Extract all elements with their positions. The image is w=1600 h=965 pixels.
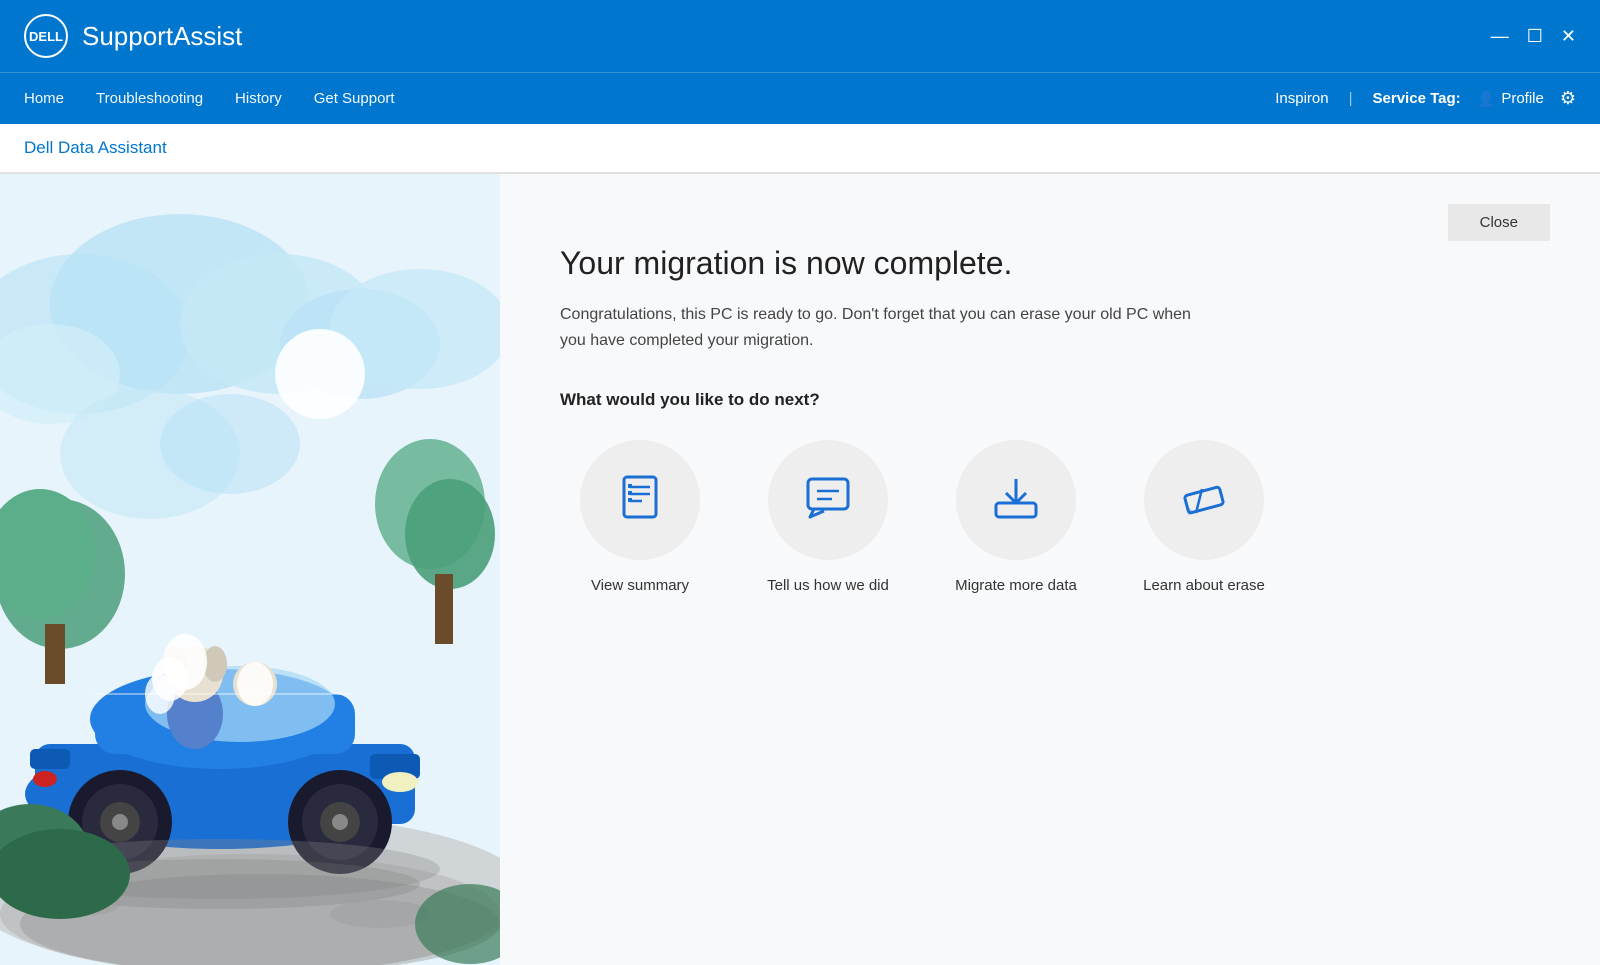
title-bar: DELL SupportAssist — ☐ ✕ [0,0,1600,72]
nav-right: Inspiron | Service Tag: 👤 Profile ⚙ [1275,88,1576,109]
migration-description: Congratulations, this PC is ready to go.… [560,302,1220,353]
summary-icon [614,471,666,528]
sub-header: Dell Data Assistant [0,124,1600,174]
tell-us-button[interactable]: Tell us how we did [748,440,908,596]
nav-links: Home Troubleshooting History Get Support [24,86,1275,111]
service-tag-label: Service Tag: [1373,90,1461,107]
close-window-button[interactable]: ✕ [1561,27,1576,45]
settings-icon[interactable]: ⚙ [1560,88,1576,109]
nav-home[interactable]: Home [24,86,64,111]
view-summary-circle [580,440,700,560]
close-button[interactable]: Close [1448,204,1550,241]
learn-erase-circle [1144,440,1264,560]
nav-troubleshooting[interactable]: Troubleshooting [96,86,203,111]
migration-title: Your migration is now complete. [560,244,1540,282]
view-summary-button[interactable]: View summary [560,440,720,596]
main-content: Close Your migration is now complete. Co… [0,174,1600,965]
profile-label: Profile [1501,90,1544,107]
nav-history[interactable]: History [235,86,282,111]
nav-get-support[interactable]: Get Support [314,86,395,111]
content-area: Close Your migration is now complete. Co… [500,174,1600,965]
dell-logo: DELL [24,14,68,58]
migrate-more-button[interactable]: Migrate more data [936,440,1096,596]
action-buttons: View summary Tell us how we did [560,440,1540,596]
device-name: Inspiron [1275,90,1328,107]
app-title: SupportAssist [82,21,1491,52]
erase-icon [1178,471,1230,528]
profile-area[interactable]: 👤 Profile [1477,90,1544,108]
nav-bar: Home Troubleshooting History Get Support… [0,72,1600,124]
learn-erase-button[interactable]: Learn about erase [1124,440,1284,596]
tell-us-circle [768,440,888,560]
minimize-button[interactable]: — [1491,27,1509,45]
window-controls: — ☐ ✕ [1491,27,1576,45]
next-label: What would you like to do next? [560,390,1540,410]
migrate-icon [990,471,1042,528]
tell-us-label: Tell us how we did [767,576,889,596]
view-summary-label: View summary [591,576,689,596]
maximize-button[interactable]: ☐ [1527,27,1543,45]
sub-header-title: Dell Data Assistant [24,138,167,158]
feedback-icon [802,471,854,528]
learn-erase-label: Learn about erase [1143,576,1265,596]
pipe-divider: | [1349,90,1353,107]
migrate-more-circle [956,440,1076,560]
profile-icon: 👤 [1477,90,1496,108]
illustration-area [0,174,500,965]
migrate-more-label: Migrate more data [955,576,1077,596]
